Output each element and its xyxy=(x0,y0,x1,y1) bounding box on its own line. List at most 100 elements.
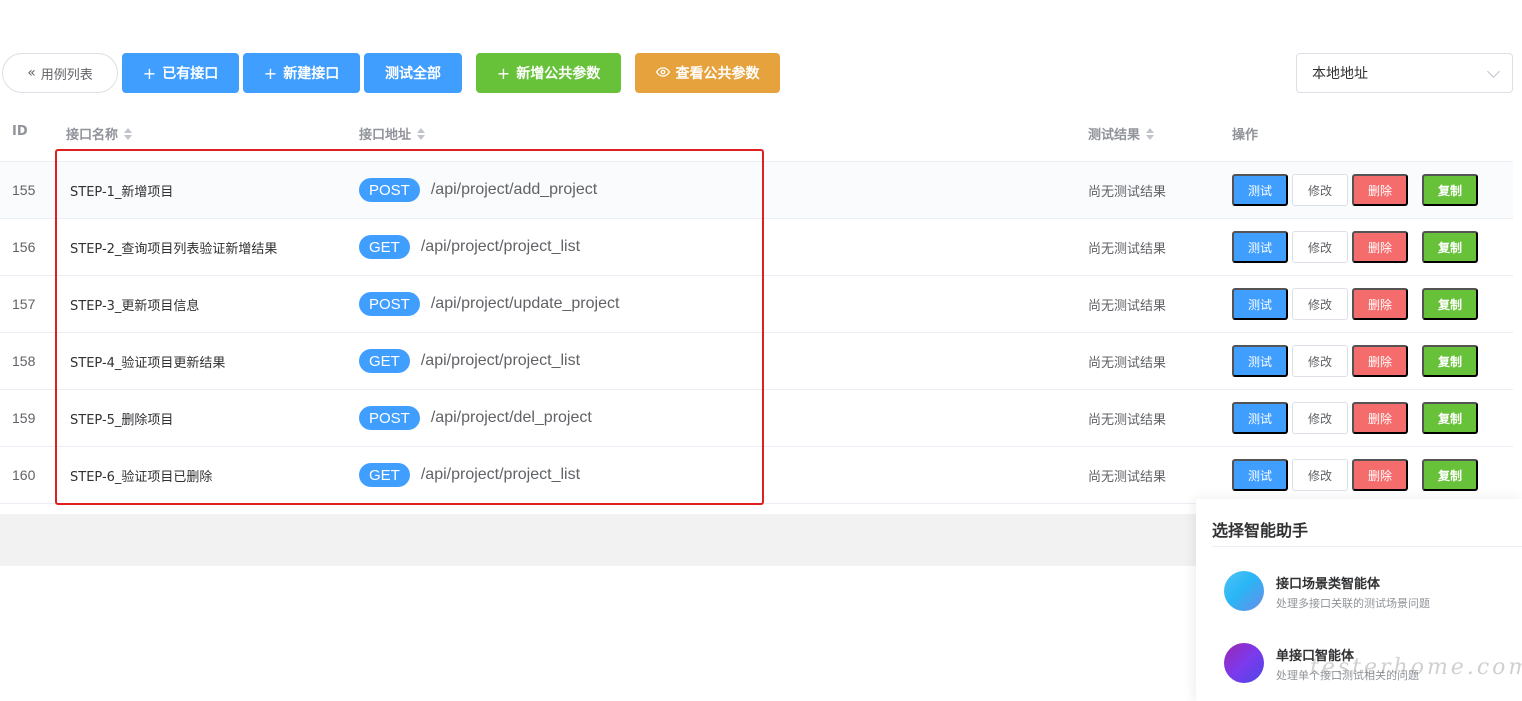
edit-button[interactable]: 修改 xyxy=(1292,174,1348,206)
row-api-name: STEP-4_验证项目更新结果 xyxy=(70,355,226,371)
agent-name: 单接口智能体 xyxy=(1276,649,1355,664)
header-id: ID xyxy=(12,124,28,139)
header-result-label: 测试结果 xyxy=(1088,128,1141,143)
table-row: 157 STEP-3_更新项目信息 POST /api/project/upda… xyxy=(0,276,1513,333)
delete-button[interactable]: 删除 xyxy=(1352,288,1408,320)
header-name-label: 接口名称 xyxy=(66,128,119,143)
copy-button[interactable]: 复制 xyxy=(1422,459,1478,491)
row-id: 158 xyxy=(12,353,36,369)
test-all-button[interactable]: 测试全部 xyxy=(364,53,462,93)
test-all-label: 测试全部 xyxy=(385,66,441,82)
new-api-label: 新建接口 xyxy=(283,66,340,82)
delete-button[interactable]: 删除 xyxy=(1352,402,1408,434)
header-ops-label: 操作 xyxy=(1232,128,1259,143)
row-test-result: 尚无测试结果 xyxy=(1088,469,1167,485)
header-ops: 操作 xyxy=(1232,124,1258,143)
row-api-name: STEP-2_查询项目列表验证新增结果 xyxy=(70,241,278,257)
table-header: ID 接口名称 接口地址 测试结果 操作 xyxy=(0,104,1513,162)
sort-icon[interactable] xyxy=(1146,127,1155,140)
edit-button[interactable]: 修改 xyxy=(1292,345,1348,377)
agent-scenario-option[interactable]: 接口场景类智能体 处理多接口关联的测试场景问题 xyxy=(1224,571,1514,615)
back-to-case-list-button[interactable]: « 用例列表 xyxy=(2,53,118,93)
add-common-params-label: 新增公共参数 xyxy=(516,66,601,82)
edit-button[interactable]: 修改 xyxy=(1292,231,1348,263)
test-button[interactable]: 测试 xyxy=(1232,345,1288,377)
table-row: 156 STEP-2_查询项目列表验证新增结果 GET /api/project… xyxy=(0,219,1513,276)
existing-api-label: 已有接口 xyxy=(162,66,219,82)
row-api-name: STEP-5_删除项目 xyxy=(70,412,174,428)
api-url: /api/project/project_list xyxy=(420,238,581,255)
http-method-badge: GET xyxy=(359,349,410,373)
test-button[interactable]: 测试 xyxy=(1232,402,1288,434)
api-url: /api/project/update_project xyxy=(430,295,620,312)
delete-button[interactable]: 删除 xyxy=(1352,231,1408,263)
existing-api-button[interactable]: + 已有接口 xyxy=(122,53,239,93)
test-button[interactable]: 测试 xyxy=(1232,459,1288,491)
test-button[interactable]: 测试 xyxy=(1232,231,1288,263)
http-method-badge: POST xyxy=(359,406,420,430)
row-id: 156 xyxy=(12,239,36,255)
row-test-result: 尚无测试结果 xyxy=(1088,241,1167,257)
table-row: 160 STEP-6_验证项目已删除 GET /api/project/proj… xyxy=(0,447,1513,504)
api-url: /api/project/project_list xyxy=(420,352,581,369)
delete-button[interactable]: 删除 xyxy=(1352,174,1408,206)
plus-icon: + xyxy=(263,63,278,83)
row-api-name: STEP-1_新增项目 xyxy=(70,184,174,200)
delete-button[interactable]: 删除 xyxy=(1352,459,1408,491)
table-row: 158 STEP-4_验证项目更新结果 GET /api/project/pro… xyxy=(0,333,1513,390)
api-url: /api/project/add_project xyxy=(430,181,598,198)
row-id: 157 xyxy=(12,296,36,312)
edit-button[interactable]: 修改 xyxy=(1292,288,1348,320)
plus-icon: + xyxy=(496,63,511,83)
row-api-path: POST /api/project/update_project xyxy=(359,276,619,332)
sort-icon[interactable] xyxy=(417,127,426,140)
double-chevron-left-icon: « xyxy=(27,65,36,81)
edit-button[interactable]: 修改 xyxy=(1292,459,1348,491)
agent-name: 接口场景类智能体 xyxy=(1276,577,1381,592)
agent-desc: 处理单个接口测试相关的问题 xyxy=(1276,669,1419,682)
api-url: /api/project/project_list xyxy=(420,466,581,483)
api-url: /api/project/del_project xyxy=(430,409,592,426)
row-test-result: 尚无测试结果 xyxy=(1088,184,1167,200)
row-api-name: STEP-6_验证项目已删除 xyxy=(70,469,213,485)
sort-icon[interactable] xyxy=(124,127,133,140)
row-id: 155 xyxy=(12,182,36,198)
header-result[interactable]: 测试结果 xyxy=(1088,124,1155,143)
toolbar: « 用例列表 + 已有接口 + 新建接口 测试全部 + 新增公共参数 查看公共参… xyxy=(0,53,1522,93)
test-button[interactable]: 测试 xyxy=(1232,288,1288,320)
row-api-path: GET /api/project/project_list xyxy=(359,447,580,503)
header-name[interactable]: 接口名称 xyxy=(66,124,133,143)
agent-desc: 处理多接口关联的测试场景问题 xyxy=(1276,597,1430,610)
row-id: 160 xyxy=(12,467,36,483)
add-common-params-button[interactable]: + 新增公共参数 xyxy=(476,53,621,93)
row-api-path: GET /api/project/project_list xyxy=(359,219,580,275)
plus-icon: + xyxy=(142,63,157,83)
edit-button[interactable]: 修改 xyxy=(1292,402,1348,434)
new-api-button[interactable]: + 新建接口 xyxy=(243,53,360,93)
row-api-path: POST /api/project/add_project xyxy=(359,162,597,218)
table-body: 155 STEP-1_新增项目 POST /api/project/add_pr… xyxy=(0,162,1513,504)
row-id: 159 xyxy=(12,410,36,426)
http-method-badge: POST xyxy=(359,292,420,316)
row-api-name: STEP-3_更新项目信息 xyxy=(70,298,200,314)
copy-button[interactable]: 复制 xyxy=(1422,288,1478,320)
table-footer-bar xyxy=(0,514,1200,566)
view-common-params-button[interactable]: 查看公共参数 xyxy=(635,53,780,93)
copy-button[interactable]: 复制 xyxy=(1422,174,1478,206)
test-button[interactable]: 测试 xyxy=(1232,174,1288,206)
row-api-path: POST /api/project/del_project xyxy=(359,390,592,446)
http-method-badge: GET xyxy=(359,235,410,259)
header-path[interactable]: 接口地址 xyxy=(359,124,426,143)
copy-button[interactable]: 复制 xyxy=(1422,231,1478,263)
environment-select-value: 本地地址 xyxy=(1312,66,1368,82)
divider xyxy=(1212,546,1522,547)
copy-button[interactable]: 复制 xyxy=(1422,345,1478,377)
view-common-params-label: 查看公共参数 xyxy=(675,66,760,82)
agent-single-api-option[interactable]: 单接口智能体 处理单个接口测试相关的问题 xyxy=(1224,643,1514,687)
table-row: 155 STEP-1_新增项目 POST /api/project/add_pr… xyxy=(0,162,1513,219)
environment-select[interactable]: 本地地址 xyxy=(1296,53,1513,93)
http-method-badge: POST xyxy=(359,178,420,202)
delete-button[interactable]: 删除 xyxy=(1352,345,1408,377)
row-test-result: 尚无测试结果 xyxy=(1088,412,1167,428)
copy-button[interactable]: 复制 xyxy=(1422,402,1478,434)
